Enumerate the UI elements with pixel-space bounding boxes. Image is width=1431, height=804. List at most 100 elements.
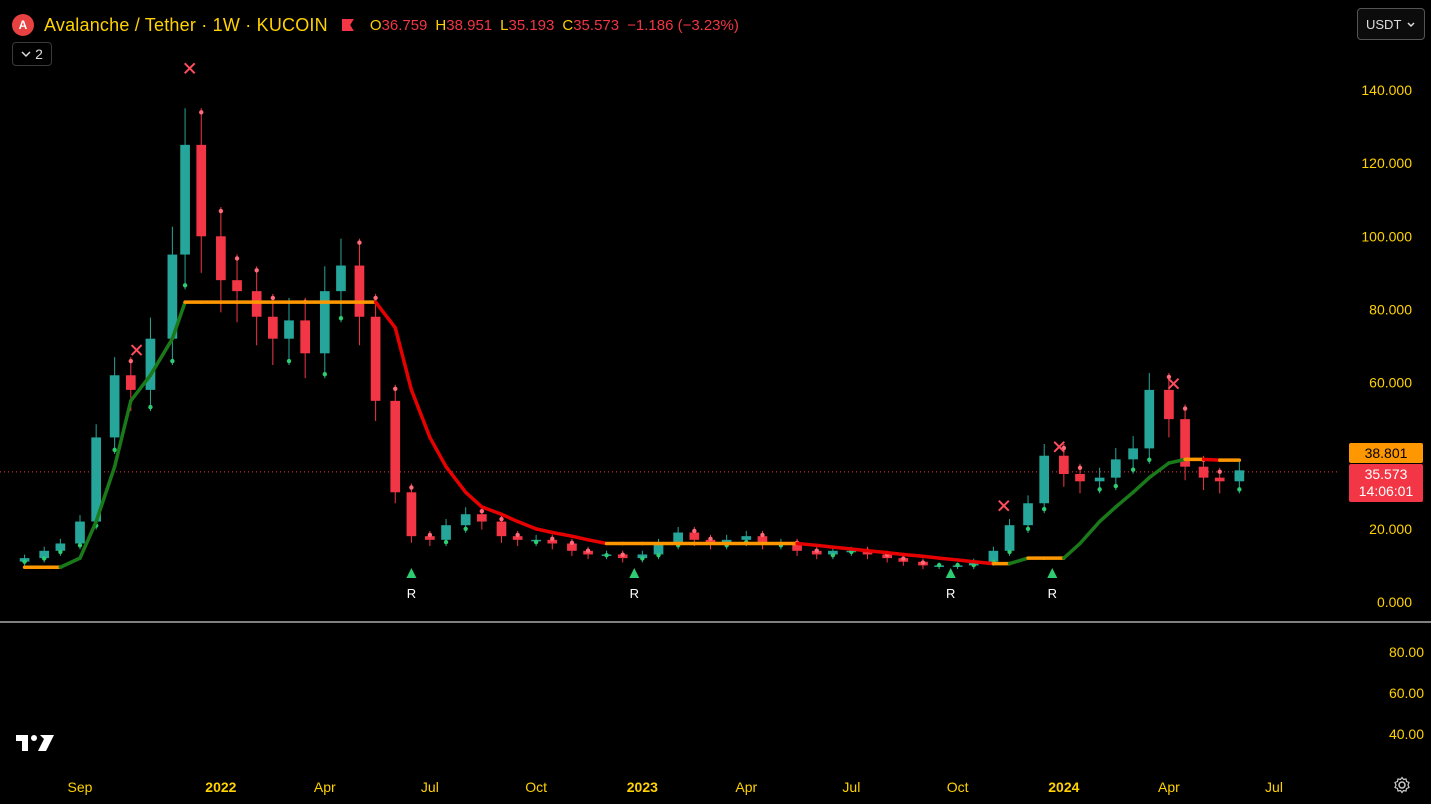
open-value: 36.759	[381, 16, 428, 34]
x-tick-label: Jul	[1265, 779, 1283, 795]
trail-dot	[1113, 483, 1119, 489]
trend-line-segment	[1131, 475, 1152, 495]
candle-body	[406, 492, 417, 537]
trail-dot	[1147, 457, 1152, 462]
cross-marker	[998, 499, 1010, 512]
trail-dot	[199, 110, 204, 115]
trail-dot	[443, 539, 449, 545]
trend-line-segment	[1097, 505, 1118, 524]
candle-body	[477, 514, 487, 522]
trail-dot	[148, 404, 153, 410]
open-label: O	[369, 16, 382, 34]
trend-line-segment	[865, 549, 889, 555]
low-value: 35.193	[508, 16, 555, 34]
trail-dot	[128, 358, 134, 364]
trail-dot	[1042, 506, 1047, 512]
candle-body	[1144, 389, 1155, 449]
currency-select[interactable]: USDT	[1357, 8, 1425, 40]
trail-dot	[955, 562, 960, 568]
y-tick-label: 120.000	[1361, 155, 1412, 171]
y-tick-label: 80.000	[1369, 301, 1412, 317]
chevron-down-icon	[1407, 22, 1415, 28]
trail-dot	[1007, 549, 1012, 555]
flag-icon[interactable]	[341, 19, 354, 31]
candle-body	[1039, 455, 1050, 504]
trend-line-segment	[1201, 457, 1222, 462]
symbol-title[interactable]: Avalanche / Tether · 1W · KUCOIN	[44, 15, 328, 36]
buy-triangle-marker	[406, 568, 417, 578]
trail-dot	[218, 208, 224, 214]
trail-dot	[708, 536, 713, 542]
trend-line-segment	[972, 560, 996, 566]
cross-marker	[1167, 378, 1180, 390]
candle-body	[1004, 525, 1015, 551]
trend-line-segment	[1062, 541, 1082, 560]
trail-dot	[1237, 487, 1242, 492]
trail-dot	[22, 559, 27, 564]
price-chart[interactable]: 0.00020.00040.00060.00080.000100.000120.…	[0, 0, 1431, 804]
candle-body	[1075, 474, 1085, 482]
chart-header: A Avalanche / Tether · 1W · KUCOIN O36.7…	[12, 12, 739, 38]
candle-body	[300, 320, 311, 354]
avalanche-logo-icon: A	[12, 14, 34, 36]
y-tick-label: 60.000	[1369, 375, 1412, 391]
trail-dot	[830, 553, 836, 558]
trail-dot	[1097, 487, 1102, 492]
trend-line-segment	[814, 543, 835, 549]
trail-dot	[42, 556, 47, 561]
trail-dot	[373, 295, 378, 301]
chevron-down-icon	[21, 51, 31, 58]
trend-line-segment	[550, 530, 574, 538]
cross-marker	[130, 344, 143, 356]
bar-countdown: 14:06:01	[1358, 483, 1414, 499]
trend-line-segment	[499, 512, 520, 524]
trend-line-segment	[409, 388, 432, 440]
r-label: R	[1048, 586, 1057, 601]
r-label: R	[407, 586, 416, 601]
trail-dot	[234, 256, 240, 261]
trail-dot	[920, 560, 926, 565]
trail-dot	[901, 556, 906, 561]
x-tick-label: Jul	[421, 779, 439, 795]
y-tick-label: 140.000	[1361, 82, 1412, 98]
candle-body	[354, 265, 365, 317]
trail-dot	[1130, 467, 1136, 472]
trail-dot	[656, 553, 661, 558]
trail-dot	[322, 371, 328, 377]
candle-body	[441, 525, 451, 540]
tradingview-logo-icon[interactable]	[16, 733, 56, 753]
trail-dot	[515, 532, 520, 538]
high-label: H	[435, 16, 447, 34]
trail-dot	[585, 548, 591, 553]
trend-line-segment	[1007, 556, 1030, 566]
oscillator-tick-label: 60.00	[1389, 685, 1424, 701]
trail-dot	[270, 295, 276, 301]
candle-body	[232, 280, 242, 292]
indicators-toggle-button[interactable]: 2	[12, 42, 52, 66]
settings-gear-icon[interactable]	[1393, 776, 1411, 794]
last-price-value: 35.573	[1364, 466, 1408, 482]
candle-body	[55, 543, 66, 551]
trend-line-segment	[795, 541, 819, 548]
candle-body	[180, 144, 190, 255]
trail-dot	[58, 549, 63, 555]
candle-body	[125, 375, 136, 390]
candle-body	[496, 521, 507, 537]
x-tick-label: 2024	[1048, 779, 1079, 795]
y-tick-label: 20.000	[1369, 521, 1412, 537]
trail-dot	[338, 316, 344, 321]
trail-dot	[254, 268, 259, 273]
x-tick-label: Sep	[68, 779, 93, 795]
level-price-tag: 38.801	[1349, 443, 1423, 463]
high-value: 38.951	[446, 16, 493, 34]
trail-dot	[550, 536, 555, 542]
trail-dot	[112, 447, 117, 453]
candle-body	[1198, 466, 1209, 478]
candle-body	[1094, 477, 1105, 482]
cross-marker	[183, 62, 196, 74]
ohlc-readout: O36.759 H38.951 L35.193 C35.573 −1.186 (…	[370, 17, 739, 34]
trend-line-segment	[955, 558, 976, 564]
change-value: −1.186 (−3.23%)	[627, 16, 739, 34]
candle-body	[390, 400, 401, 493]
trail-dot	[427, 532, 433, 538]
